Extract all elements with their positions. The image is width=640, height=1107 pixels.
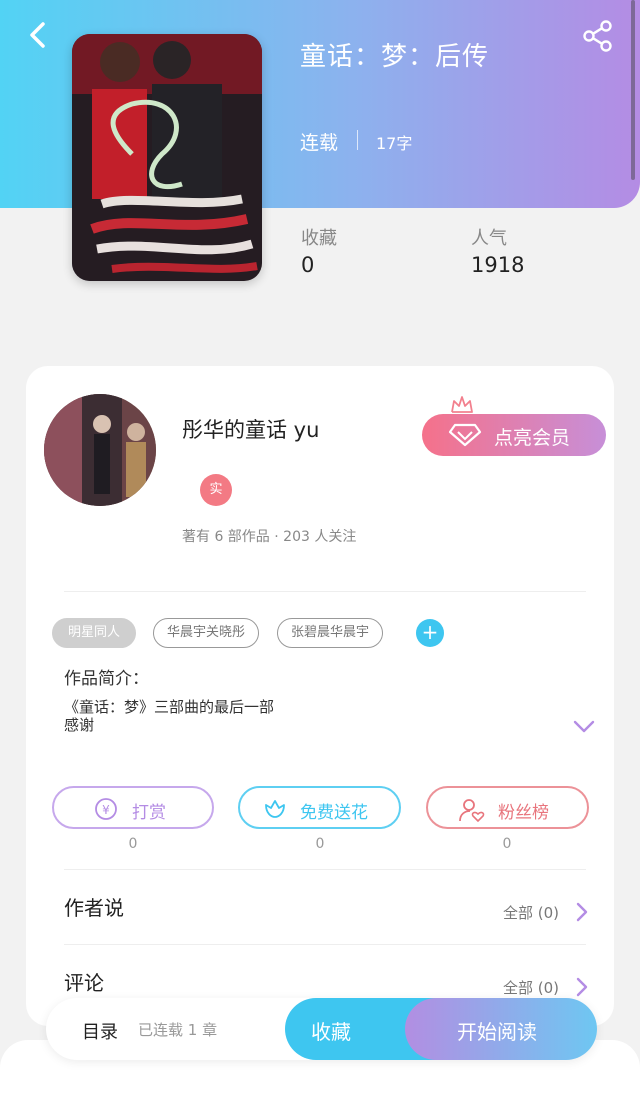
avatar[interactable] [44, 394, 156, 506]
scrollbar[interactable] [631, 0, 635, 180]
plus-icon: + [421, 620, 439, 644]
favorites-value: 0 [301, 253, 315, 277]
reward-count: 0 [128, 836, 138, 852]
back-button[interactable] [22, 18, 56, 52]
start-reading-label: 开始阅读 [457, 1020, 537, 1044]
cover-artwork [72, 34, 262, 281]
divider [64, 869, 586, 870]
flower-count: 0 [315, 836, 325, 852]
intro-line: 感谢 [64, 716, 95, 734]
fans-count: 0 [502, 836, 512, 852]
fans-ranking-label: 粉丝榜 [498, 803, 549, 823]
intro-label: 作品简介： [64, 669, 149, 689]
chevron-left-icon [30, 22, 45, 48]
vip-button[interactable]: 点亮会员 [422, 414, 606, 456]
add-tag-button[interactable]: + [416, 619, 444, 647]
reward-button[interactable]: ¥ 打赏 [52, 786, 214, 829]
svg-text:¥: ¥ [102, 803, 110, 817]
book-title: 童话：梦：后传 [300, 42, 490, 72]
intro-text: 《童话：梦》三部曲的最后一部 感谢 [64, 698, 274, 734]
popularity-label: 人气 [471, 228, 507, 249]
start-reading-button[interactable]: 开始阅读 [405, 998, 597, 1060]
author-says-all-link[interactable]: 全部 (0) [503, 902, 559, 923]
tag-item[interactable]: 张碧晨华晨宇 [277, 618, 383, 648]
diamond-icon [448, 423, 482, 447]
flower-icon [265, 800, 285, 818]
serial-status: 连载 [300, 132, 339, 154]
comments-all-link[interactable]: 全部 (0) [503, 977, 559, 998]
author-meta: 著有 6 部作品 · 203 人关注 [182, 529, 357, 545]
coin-yen-icon: ¥ [95, 798, 117, 820]
divider [64, 944, 586, 945]
share-icon [583, 20, 612, 52]
verified-badge: 实 [200, 474, 232, 506]
chevron-down-icon[interactable] [572, 718, 596, 734]
chapter-status: 已连载 1 章 [138, 1021, 218, 1039]
popularity-value: 1918 [471, 253, 525, 277]
tag-category[interactable]: 明星同人 [52, 618, 136, 648]
send-flower-button[interactable]: 免费送花 [238, 786, 401, 829]
favorite-button-label: 收藏 [311, 1020, 351, 1044]
send-flower-label: 免费送花 [300, 803, 368, 823]
share-button[interactable] [580, 18, 616, 54]
book-cover[interactable] [72, 34, 262, 281]
intro-line: 《童话：梦》三部曲的最后一部 [64, 698, 275, 716]
fans-ranking-button[interactable]: 粉丝榜 [426, 786, 589, 829]
word-count: 17字 [376, 134, 413, 153]
chevron-right-icon[interactable] [575, 976, 589, 998]
divider [64, 591, 586, 592]
comments-title: 评论 [64, 971, 104, 995]
reward-label: 打赏 [132, 803, 166, 823]
avatar-photo [44, 394, 156, 506]
tag-item[interactable]: 华晨宇关晓彤 [153, 618, 259, 648]
user-heart-icon [459, 799, 485, 823]
table-of-contents-button[interactable]: 目录 [82, 1018, 118, 1044]
chevron-right-icon[interactable] [575, 901, 589, 923]
author-says-title: 作者说 [64, 896, 124, 920]
status-divider [357, 130, 358, 150]
vip-button-label: 点亮会员 [494, 427, 571, 449]
author-name[interactable]: 彤华的童话 yu [182, 414, 319, 444]
favorites-label: 收藏 [301, 228, 337, 249]
crown-icon [451, 396, 473, 413]
